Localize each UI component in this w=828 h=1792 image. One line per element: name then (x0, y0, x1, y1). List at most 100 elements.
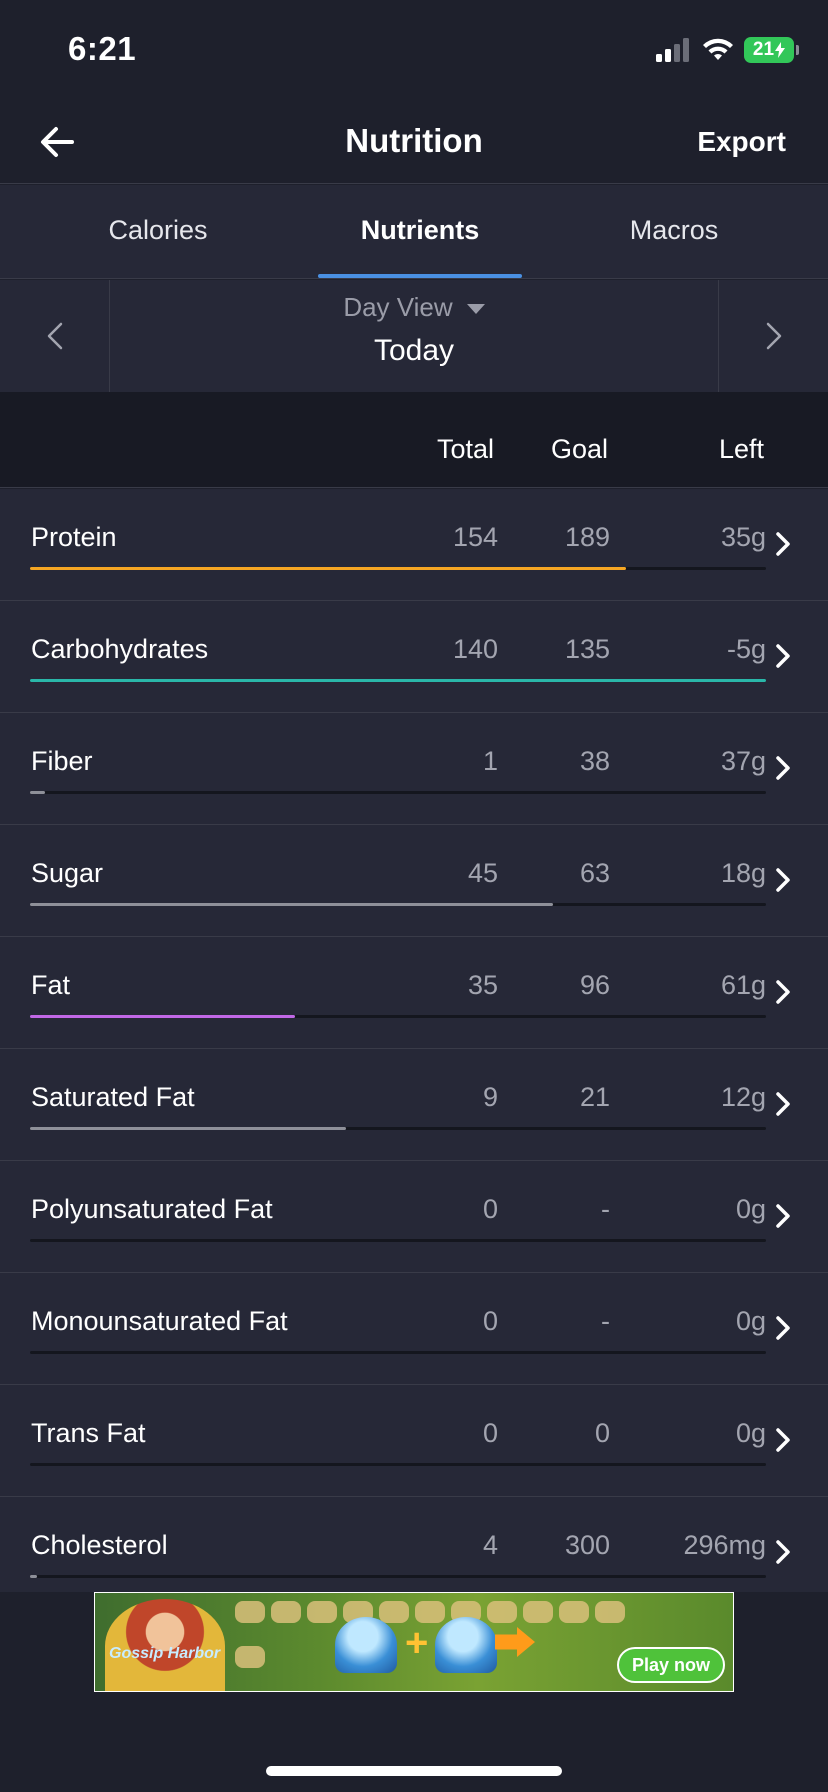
nutrient-total: 0 (482, 1194, 498, 1224)
chevron-right-icon (776, 868, 790, 892)
nutrient-left: -5g (726, 634, 766, 664)
nutrient-list: Protein 154 189 35g Carbohydrates 140 13… (0, 489, 828, 1609)
date-navigator: Day View Today (0, 280, 828, 392)
nutrient-goal: 300 (564, 1530, 610, 1560)
nutrient-row[interactable]: Fiber 1 38 37g (0, 713, 828, 825)
nutrient-total: 45 (467, 858, 498, 888)
battery-icon: 21 (744, 37, 799, 63)
ad-dome-image (435, 1617, 497, 1673)
nutrient-total: 0 (482, 1306, 498, 1336)
nutrient-row[interactable]: Protein 154 189 35g (0, 489, 828, 601)
progress-track (30, 791, 766, 794)
progress-fill (30, 1127, 347, 1130)
nav-bar: Nutrition Export (0, 100, 828, 184)
tab-calories[interactable]: Calories (54, 215, 262, 246)
nutrient-left: 61g (720, 970, 766, 1000)
status-time: 6:21 (68, 30, 137, 67)
chevron-right-icon (776, 1540, 790, 1564)
cellular-signal-icon (656, 38, 689, 62)
nutrient-name: Fat (31, 970, 71, 1000)
status-icons: 21 (656, 34, 799, 66)
chevron-right-icon (776, 980, 790, 1004)
status-bar: 6:21 21 (0, 0, 828, 100)
nutrient-name: Sugar (31, 858, 104, 888)
nutrient-left: 0g (735, 1306, 766, 1336)
ad-logo: Gossip Harbor (109, 1645, 221, 1662)
nutrient-left: 0g (735, 1194, 766, 1224)
chevron-right-icon (776, 1204, 790, 1228)
chevron-right-icon (776, 532, 790, 556)
view-selector-label: Day View (343, 292, 453, 322)
nutrient-goal: 21 (579, 1082, 610, 1112)
chevron-right-icon (776, 644, 790, 668)
chevron-right-icon (776, 1428, 790, 1452)
column-total: Total (436, 434, 494, 464)
nutrient-name: Carbohydrates (31, 634, 209, 664)
progress-track (30, 1015, 766, 1018)
nutrient-total: 0 (482, 1418, 498, 1448)
nutrient-row[interactable]: Carbohydrates 140 135 -5g (0, 601, 828, 713)
ad-banner[interactable]: Gossip Harbor + Play now (94, 1592, 734, 1692)
nutrient-left: 0g (735, 1418, 766, 1448)
nutrient-row[interactable]: Monounsaturated Fat 0 - 0g (0, 1273, 828, 1385)
nutrient-goal: 0 (594, 1418, 610, 1448)
ad-play-button[interactable]: Play now (617, 1647, 725, 1683)
nutrient-goal: 96 (579, 970, 610, 1000)
progress-fill (30, 679, 766, 682)
nutrient-row[interactable]: Fat 35 96 61g (0, 937, 828, 1049)
chevron-right-icon (766, 322, 781, 350)
view-selector[interactable]: Day View (0, 292, 828, 323)
chevron-right-icon (776, 1092, 790, 1116)
nutrient-name: Saturated Fat (31, 1082, 195, 1112)
column-header: Total Goal Left (0, 392, 828, 488)
progress-track (30, 1351, 766, 1354)
progress-track (30, 1463, 766, 1466)
active-tab-indicator (318, 274, 522, 278)
chevron-right-icon (776, 756, 790, 780)
tab-macros[interactable]: Macros (570, 215, 778, 246)
progress-track (30, 567, 766, 570)
progress-fill (30, 1015, 295, 1018)
nutrient-name: Trans Fat (31, 1418, 146, 1448)
home-indicator[interactable] (266, 1766, 562, 1776)
nutrient-total: 1 (482, 746, 498, 776)
nutrient-left: 37g (720, 746, 766, 776)
progress-track (30, 1127, 766, 1130)
charging-bolt-icon (775, 42, 786, 58)
column-goal: Goal (550, 434, 608, 464)
tab-nutrients[interactable]: Nutrients (318, 215, 522, 246)
nutrient-total: 140 (452, 634, 498, 664)
nutrient-goal: 38 (579, 746, 610, 776)
nutrient-row[interactable]: Sugar 45 63 18g (0, 825, 828, 937)
nutrient-row[interactable]: Trans Fat 0 0 0g (0, 1385, 828, 1497)
progress-fill (30, 791, 45, 794)
progress-track (30, 903, 766, 906)
tab-bar: Calories Nutrients Macros (0, 185, 828, 279)
nutrient-left: 18g (720, 858, 766, 888)
progress-track (30, 1239, 766, 1242)
next-day-button[interactable] (718, 280, 828, 392)
nutrient-goal: - (601, 1194, 610, 1224)
column-left: Left (718, 434, 764, 464)
nutrient-goal: 63 (579, 858, 610, 888)
nutrient-left: 12g (720, 1082, 766, 1112)
nutrient-row[interactable]: Saturated Fat 9 21 12g (0, 1049, 828, 1161)
nutrient-goal: 189 (564, 522, 610, 552)
wifi-icon (703, 38, 733, 60)
chevron-right-icon (776, 1316, 790, 1340)
progress-fill (30, 1575, 38, 1578)
export-button[interactable]: Export (697, 126, 786, 158)
nutrient-total: 9 (482, 1082, 498, 1112)
battery-level: 21 (752, 39, 775, 60)
nutrient-row[interactable]: Polyunsaturated Fat 0 - 0g (0, 1161, 828, 1273)
progress-fill (30, 903, 553, 906)
progress-track (30, 1575, 766, 1578)
caret-down-icon (466, 304, 485, 315)
nutrient-goal: 135 (564, 634, 610, 664)
nutrient-total: 154 (452, 522, 498, 552)
nutrient-name: Polyunsaturated Fat (31, 1194, 273, 1224)
nutrient-name: Monounsaturated Fat (31, 1306, 288, 1336)
ad-area: Gossip Harbor + Play now (0, 1592, 828, 1792)
progress-fill (30, 567, 627, 570)
ad-dome-image (335, 1617, 397, 1673)
